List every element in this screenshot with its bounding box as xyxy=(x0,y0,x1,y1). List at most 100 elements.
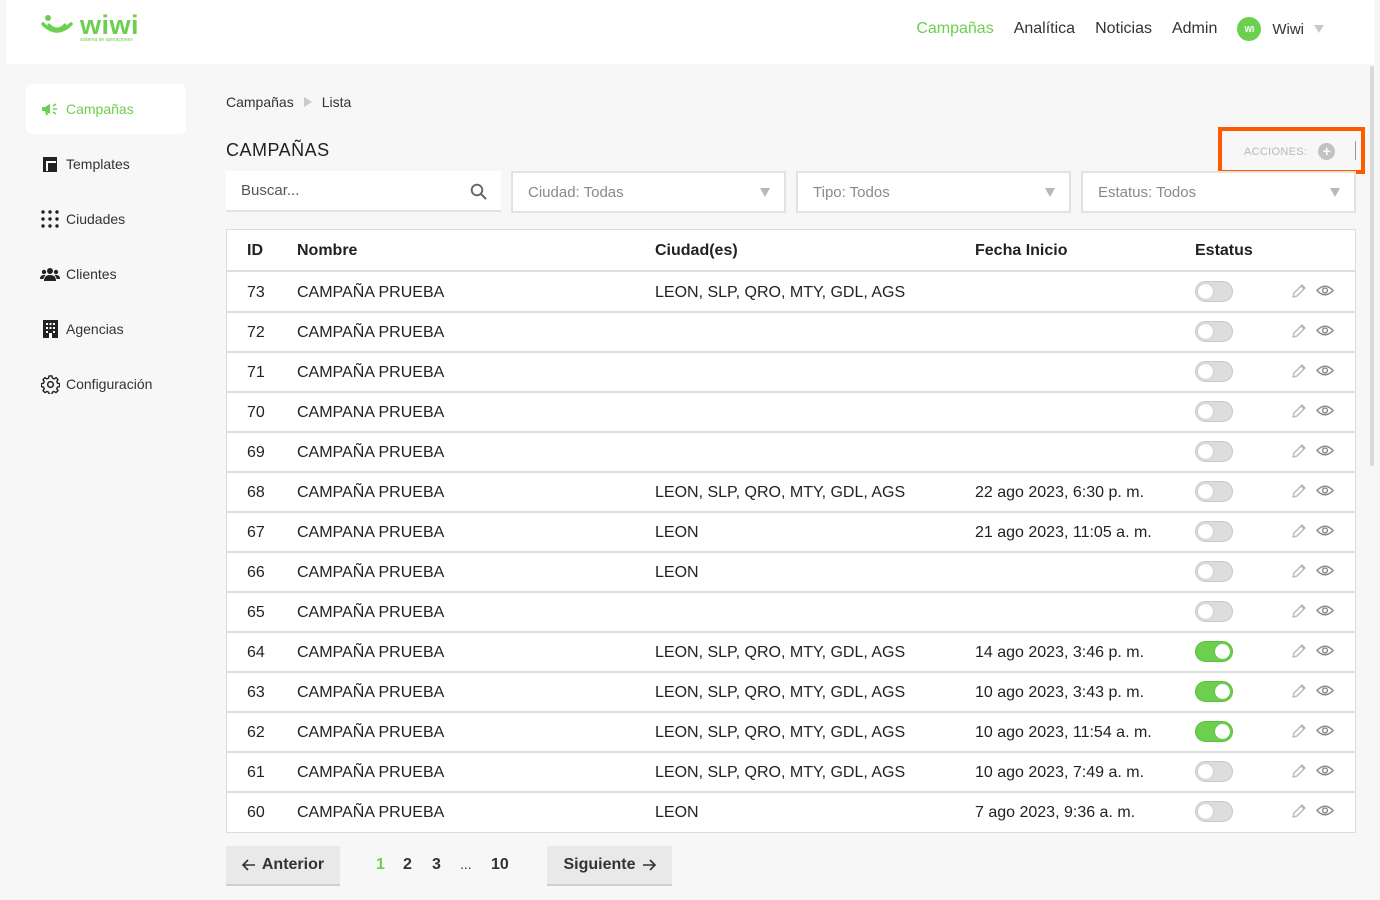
view-eye-icon[interactable] xyxy=(1316,524,1334,542)
top-bar: wiwi sistema de operaciones Campañas Ana… xyxy=(6,0,1374,64)
edit-pencil-icon[interactable] xyxy=(1291,803,1307,824)
status-toggle[interactable] xyxy=(1195,761,1233,782)
table-row: 63 CAMPAÑA PRUEBA LEON, SLP, QRO, MTY, GDL… xyxy=(227,673,1355,713)
row-name: CAMPAÑA PRUEBA xyxy=(297,804,445,821)
status-toggle[interactable] xyxy=(1195,721,1233,742)
edit-pencil-icon[interactable] xyxy=(1291,683,1307,704)
edit-pencil-icon[interactable] xyxy=(1291,323,1307,344)
view-eye-icon[interactable] xyxy=(1316,444,1334,462)
status-toggle[interactable] xyxy=(1195,441,1233,462)
type-filter-value: Tipo: Todos xyxy=(813,183,890,201)
status-toggle[interactable] xyxy=(1195,681,1233,702)
header-ciudades[interactable]: Ciudad(es) xyxy=(655,242,738,260)
view-eye-icon[interactable] xyxy=(1316,324,1334,342)
view-eye-icon[interactable] xyxy=(1316,764,1334,782)
sidebar-item-label: Ciudades xyxy=(66,211,126,227)
nav-campanas[interactable]: Campañas xyxy=(916,20,993,38)
edit-pencil-icon[interactable] xyxy=(1291,723,1307,744)
view-eye-icon[interactable] xyxy=(1316,724,1334,742)
edit-pencil-icon[interactable] xyxy=(1291,523,1307,544)
status-toggle[interactable] xyxy=(1195,801,1233,822)
sidebar-item-agencias[interactable]: Agencias xyxy=(26,304,186,354)
header-estatus[interactable]: Estatus xyxy=(1195,242,1253,260)
row-id: 73 xyxy=(247,284,265,301)
status-toggle[interactable] xyxy=(1195,281,1233,302)
city-filter-select[interactable]: Ciudad: Todas xyxy=(511,171,786,213)
nav-analitica[interactable]: Analítica xyxy=(1014,20,1075,38)
row-name: CAMPAÑA PRUEBA xyxy=(297,604,445,621)
header-id[interactable]: ID xyxy=(247,242,263,260)
row-name: CAMPAÑA PRUEBA xyxy=(297,764,445,781)
brand-logo[interactable]: wiwi sistema de operaciones xyxy=(40,10,150,44)
header-fecha-inicio[interactable]: Fecha Inicio xyxy=(975,242,1067,260)
row-name: CAMPAÑA PRUEBA xyxy=(297,564,445,581)
megaphone-icon xyxy=(40,99,60,119)
search-input[interactable] xyxy=(241,182,461,199)
chevron-down-icon xyxy=(1045,188,1055,197)
edit-pencil-icon[interactable] xyxy=(1291,563,1307,584)
sidebar-item-campanas[interactable]: Campañas xyxy=(26,84,186,134)
chevron-down-icon xyxy=(760,188,770,197)
next-page-button[interactable]: Siguiente xyxy=(547,846,672,886)
view-eye-icon[interactable] xyxy=(1316,404,1334,422)
page-3-link[interactable]: 3 xyxy=(432,856,441,874)
next-label: Siguiente xyxy=(563,856,636,873)
breadcrumb-lista: Lista xyxy=(321,94,352,110)
status-toggle[interactable] xyxy=(1195,561,1233,582)
row-cities: LEON xyxy=(655,564,699,581)
nav-noticias[interactable]: Noticias xyxy=(1095,20,1152,38)
row-start-date: 10 ago 2023, 11:54 a. m. xyxy=(975,724,1152,741)
status-filter-select[interactable]: Estatus: Todos xyxy=(1081,171,1356,213)
previous-page-button[interactable]: Anterior xyxy=(226,846,340,886)
page-scrollbar[interactable] xyxy=(1370,66,1374,466)
status-toggle[interactable] xyxy=(1195,401,1233,422)
view-eye-icon[interactable] xyxy=(1316,644,1334,662)
status-toggle[interactable] xyxy=(1195,641,1233,662)
view-eye-icon[interactable] xyxy=(1316,604,1334,622)
view-eye-icon[interactable] xyxy=(1316,564,1334,582)
edit-pencil-icon[interactable] xyxy=(1291,603,1307,624)
edit-pencil-icon[interactable] xyxy=(1291,643,1307,664)
edit-pencil-icon[interactable] xyxy=(1291,363,1307,384)
sidebar-item-ciudades[interactable]: Ciudades xyxy=(26,194,186,244)
status-toggle[interactable] xyxy=(1195,321,1233,342)
edit-pencil-icon[interactable] xyxy=(1291,403,1307,424)
row-id: 67 xyxy=(247,524,265,541)
type-filter-select[interactable]: Tipo: Todos xyxy=(796,171,1071,213)
table-row: 60 CAMPAÑA PRUEBA LEON 7 ago 2023, 9:36 a. … xyxy=(227,793,1355,833)
sidebar-item-configuracion[interactable]: Configuración xyxy=(26,359,186,409)
table-row: 69 CAMPAÑA PRUEBA xyxy=(227,433,1355,473)
status-toggle[interactable] xyxy=(1195,361,1233,382)
wifi-smile-icon xyxy=(41,15,73,33)
view-eye-icon[interactable] xyxy=(1316,484,1334,502)
page-2-link[interactable]: 2 xyxy=(403,856,412,874)
view-eye-icon[interactable] xyxy=(1316,284,1334,302)
edit-pencil-icon[interactable] xyxy=(1291,443,1307,464)
edit-pencil-icon[interactable] xyxy=(1291,283,1307,304)
sidebar-item-clientes[interactable]: Clientes xyxy=(26,249,186,299)
user-menu[interactable]: WI Wiwi xyxy=(1237,17,1324,41)
row-id: 69 xyxy=(247,444,265,461)
pagination-ellipsis: ... xyxy=(460,856,472,872)
page-1-link[interactable]: 1 xyxy=(376,856,385,874)
edit-pencil-icon[interactable] xyxy=(1291,763,1307,784)
row-name: CAMPAÑA PRUEBA xyxy=(297,484,445,501)
row-id: 71 xyxy=(247,364,265,381)
page-10-link[interactable]: 10 xyxy=(491,856,509,874)
edit-pencil-icon[interactable] xyxy=(1291,483,1307,504)
view-eye-icon[interactable] xyxy=(1316,684,1334,702)
breadcrumb-campanas[interactable]: Campañas xyxy=(226,94,294,110)
actions-button[interactable]: ACCIONES: + xyxy=(1244,143,1336,160)
status-toggle[interactable] xyxy=(1195,601,1233,622)
search-icon[interactable] xyxy=(470,183,487,200)
sidebar-item-templates[interactable]: Templates xyxy=(26,139,186,189)
header-nombre[interactable]: Nombre xyxy=(297,242,357,260)
plus-circle-icon[interactable]: + xyxy=(1318,143,1336,160)
row-cities: LEON, SLP, QRO, MTY, GDL, AGS xyxy=(655,644,906,661)
view-eye-icon[interactable] xyxy=(1316,364,1334,382)
view-eye-icon[interactable] xyxy=(1316,804,1334,822)
nav-admin[interactable]: Admin xyxy=(1172,20,1217,38)
sidebar-item-label: Agencias xyxy=(66,321,124,337)
status-toggle[interactable] xyxy=(1195,521,1233,542)
status-toggle[interactable] xyxy=(1195,481,1233,502)
